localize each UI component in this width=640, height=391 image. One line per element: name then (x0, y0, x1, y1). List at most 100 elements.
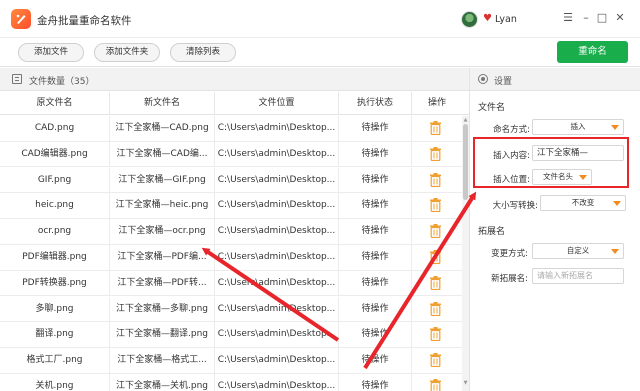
scroll-down-icon[interactable]: ▼ (462, 380, 469, 386)
naming-mode-label: 命名方式: (493, 125, 530, 135)
column-new-name[interactable]: 新文件名 (110, 92, 215, 115)
table-row[interactable]: CAD编辑器.png 江下全家桶—CAD编... C:\Users\admin\De… (0, 141, 462, 168)
cell-new-name: 江下全家桶—关机.png (110, 374, 215, 391)
cell-location: C:\Users\admin\Desktop... (215, 167, 339, 193)
table-row[interactable]: 翻译.png 江下全家桶—翻译.png C:\Users\admin\Desktop… (0, 322, 462, 348)
cell-action (412, 374, 462, 391)
cell-location: C:\Users\admin\Desktop... (215, 245, 339, 270)
table-row[interactable]: CAD.png 江下全家桶—CAD.png C:\Users\admin\Deskt… (0, 116, 462, 142)
trash-icon[interactable] (430, 146, 441, 161)
trash-icon[interactable] (430, 327, 441, 342)
title-bar: 金舟批量重命名软件 ♥ Lyan ☰ – □ ✕ (0, 0, 640, 38)
filename-section-title: 文件名 (478, 103, 506, 113)
table-row[interactable]: GIF.png 江下全家桶—GIF.png C:\Users\admin\Deskt… (0, 167, 462, 194)
cell-location: C:\Users\admin\Desktop... (215, 193, 339, 219)
table-row[interactable]: PDF转换器.png 江下全家桶—PDF转... C:\Users\admin\De… (0, 270, 462, 297)
cell-location: C:\Users\admin\Desktop... (215, 219, 339, 245)
minimize-icon[interactable]: – (578, 10, 594, 26)
file-list-header: 文件数量（35） (0, 68, 469, 91)
cell-action (412, 168, 462, 193)
cell-original-name: GIF.png (0, 167, 110, 193)
settings-title: 设置 (494, 77, 513, 87)
table-header: 原文件名 新文件名 文件位置 执行状态 操作 (0, 92, 469, 115)
table-row[interactable]: 关机.png 江下全家桶—关机.png C:\Users\admin\Desktop… (0, 374, 462, 391)
cell-new-name: 江下全家桶—翻译.png (110, 322, 215, 348)
column-location[interactable]: 文件位置 (215, 92, 339, 115)
cell-original-name: heic.png (0, 193, 110, 219)
case-conversion-label: 大小写转换: (492, 201, 538, 211)
cell-location: C:\Users\admin\Desktop... (215, 141, 339, 167)
cell-original-name: 多聊.png (0, 296, 110, 322)
cell-new-name: 江下全家桶—PDF转... (110, 270, 215, 296)
scroll-up-icon[interactable]: ▲ (462, 117, 469, 123)
cell-location: C:\Users\admin\Desktop... (215, 322, 339, 348)
username[interactable]: Lyan (495, 14, 517, 25)
cell-new-name: 江下全家桶—PDF编... (110, 245, 215, 270)
file-count-label: 文件数量（35） (29, 77, 95, 87)
cell-new-name: 江下全家桶—格式工... (110, 348, 215, 374)
rename-button[interactable]: 重命名 (557, 41, 628, 63)
trash-icon[interactable] (430, 275, 441, 290)
case-conversion-select[interactable]: 不改变 (540, 195, 626, 211)
table-row[interactable]: PDF编辑器.png 江下全家桶—PDF编... C:\Users\admin\De… (0, 245, 462, 271)
cell-location: C:\Users\admin\Desktop... (215, 116, 339, 141)
cell-original-name: 关机.png (0, 374, 110, 391)
settings-header: 设置 (470, 68, 640, 91)
change-mode-value: 自定义 (566, 246, 590, 255)
highlight-box (473, 137, 629, 188)
cell-status: 待操作 (339, 296, 412, 322)
cell-new-name: 江下全家桶—heic.png (110, 193, 215, 219)
table-row[interactable]: 格式工厂.png 江下全家桶—格式工... C:\Users\admin\Deskt… (0, 348, 462, 374)
naming-mode-value: 插入 (570, 122, 586, 131)
cell-new-name: 江下全家桶—CAD编... (110, 141, 215, 167)
add-folder-button[interactable]: 添加文件夹 (94, 43, 160, 62)
toolbar: 添加文件 添加文件夹 清除列表 重命名 (0, 38, 640, 67)
trash-icon[interactable] (430, 301, 441, 316)
cell-status: 待操作 (339, 193, 412, 219)
trash-icon[interactable] (430, 121, 441, 135)
trash-icon[interactable] (430, 250, 441, 264)
cell-location: C:\Users\admin\Desktop... (215, 296, 339, 322)
cell-new-name: 江下全家桶—ocr.png (110, 219, 215, 245)
table-row[interactable]: ocr.png 江下全家桶—ocr.png C:\Users\admin\Deskt… (0, 219, 462, 245)
cell-original-name: CAD编辑器.png (0, 141, 110, 167)
close-icon[interactable]: ✕ (612, 10, 628, 26)
extension-section-title: 拓展名 (478, 227, 506, 237)
settings-icon (478, 74, 488, 84)
trash-icon[interactable] (430, 198, 441, 213)
cell-original-name: ocr.png (0, 219, 110, 245)
trash-icon[interactable] (430, 224, 441, 239)
table-row[interactable]: heic.png 江下全家桶—heic.png C:\Users\admin\Des… (0, 193, 462, 219)
cell-new-name: 江下全家桶—多聊.png (110, 296, 215, 322)
table-row[interactable]: 多聊.png 江下全家桶—多聊.png C:\Users\admin\Desktop… (0, 296, 462, 323)
case-conversion-value: 不改变 (571, 198, 595, 207)
trash-icon[interactable] (430, 172, 441, 187)
cell-location: C:\Users\admin\Desktop... (215, 348, 339, 374)
clear-list-button[interactable]: 清除列表 (170, 43, 236, 62)
change-mode-select[interactable]: 自定义 (532, 243, 624, 259)
trash-icon[interactable] (430, 353, 441, 368)
column-action: 操作 (427, 98, 446, 108)
cell-action (412, 245, 462, 270)
column-status[interactable]: 执行状态 (339, 92, 412, 115)
list-icon (12, 74, 22, 84)
app-logo-icon (11, 9, 31, 29)
cell-status: 待操作 (339, 245, 412, 270)
add-file-button[interactable]: 添加文件 (18, 43, 84, 62)
column-original-name[interactable]: 原文件名 (0, 92, 110, 115)
cell-original-name: PDF编辑器.png (0, 245, 110, 270)
user-avatar[interactable] (461, 11, 478, 28)
maximize-icon[interactable]: □ (594, 10, 610, 26)
cell-original-name: 格式工厂.png (0, 348, 110, 374)
chevron-down-icon (613, 201, 621, 206)
cell-new-name: 江下全家桶—GIF.png (110, 167, 215, 193)
cell-status: 待操作 (339, 116, 412, 141)
cell-original-name: 翻译.png (0, 322, 110, 348)
new-extension-label: 新拓展名: (491, 274, 528, 284)
cell-status: 待操作 (339, 270, 412, 296)
scrollbar-thumb[interactable] (463, 124, 468, 200)
trash-icon[interactable] (430, 379, 441, 391)
new-extension-input[interactable]: 请输入新拓展名 (532, 268, 624, 284)
menu-icon[interactable]: ☰ (560, 10, 576, 26)
naming-mode-select[interactable]: 插入 (532, 119, 624, 135)
